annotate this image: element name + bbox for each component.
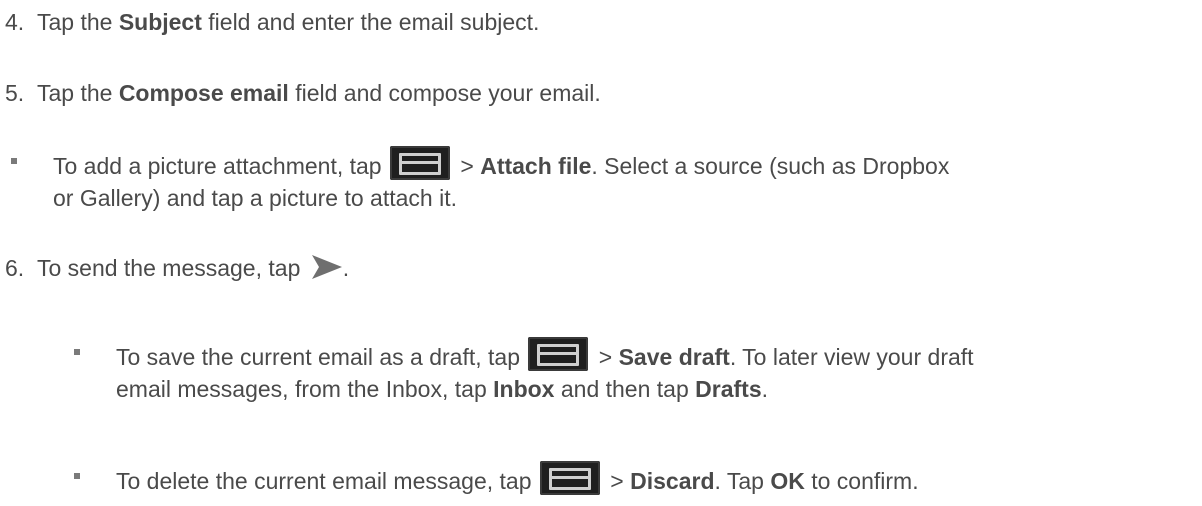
attach-file-label: Attach file [480,153,592,179]
save-draft-label: Save draft [618,344,730,370]
ok-label: OK [770,468,805,494]
step-4: 4. Tap the Subject field and enter the e… [5,9,540,35]
menu-icon [389,146,450,180]
step-number: 4. [5,9,25,35]
subject-field-label: Subject [118,9,202,35]
step-6: 6. To send the message, tap . [5,255,350,281]
compose-email-field-label: Compose email [118,80,289,106]
inbox-label: Inbox [493,376,555,402]
send-arrow-icon [311,255,342,279]
step-number: 5. [5,80,25,106]
menu-icon [528,337,589,371]
discard-label: Discard [630,468,715,494]
drafts-label: Drafts [695,376,762,402]
bullet-discard: To delete the current email message, tap… [116,461,919,495]
bullet-marker [74,349,80,355]
step-number: 6. [5,255,25,281]
bullet-attach-line-1: To add a picture attachment, tap > Attac… [53,146,949,180]
bullet-marker [74,473,80,479]
bullet-marker [11,158,17,164]
step-5: 5. Tap the Compose email field and compo… [5,80,601,106]
bullet-attach-line-2: or Gallery) and tap a picture to attach … [53,185,457,211]
bullet-save-line-1: To save the current email as a draft, ta… [116,337,974,371]
bullet-save-line-2: email messages, from the Inbox, tap Inbo… [116,376,769,402]
menu-icon [539,461,600,495]
